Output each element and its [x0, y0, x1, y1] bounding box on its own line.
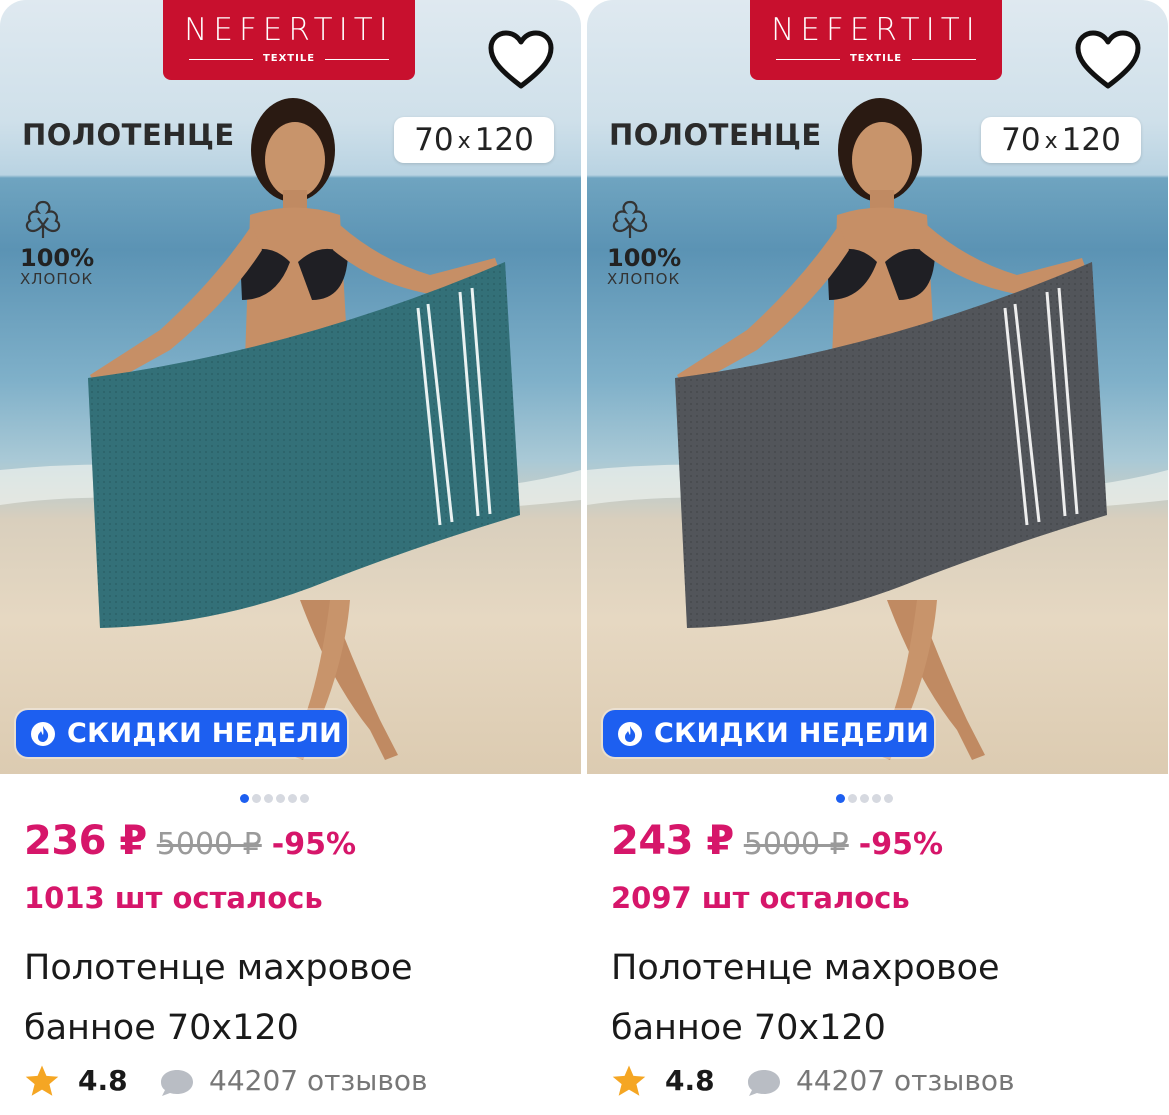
product-card[interactable]: NEFERTITI TEXTILE ПОЛОТЕНЦЕ 70 x 120 100…: [587, 0, 1168, 1115]
favorite-button[interactable]: [487, 30, 555, 92]
cotton-icon: [25, 200, 61, 238]
stock-remaining: 1013 шт осталось: [24, 881, 323, 915]
flame-icon: [31, 722, 55, 746]
cotton-label: ХЛОПОК: [20, 270, 94, 288]
size-separator: x: [457, 129, 471, 154]
product-title-line2: банное 70х120: [611, 1008, 886, 1048]
cotton-percent: 100%: [607, 244, 682, 272]
carousel-dot[interactable]: [860, 794, 869, 803]
size-badge: 70 x 120: [394, 117, 554, 163]
product-title-line2: банное 70х120: [24, 1008, 299, 1048]
carousel-dot[interactable]: [252, 794, 261, 803]
comment-icon: [748, 1070, 780, 1096]
product-title[interactable]: Полотенце махровое банное 70х120: [24, 938, 564, 1058]
carousel-dot[interactable]: [276, 794, 285, 803]
brand-subtitle: TEXTILE: [189, 52, 389, 66]
weekly-discounts-badge[interactable]: СКИДКИ НЕДЕЛИ: [16, 710, 347, 757]
brand-name: NEFERTITI: [184, 12, 394, 48]
carousel-dot[interactable]: [872, 794, 881, 803]
reviews-count: 44207 отзывов: [796, 1064, 1015, 1097]
carousel-dot[interactable]: [836, 794, 845, 803]
brand-name: NEFERTITI: [771, 12, 981, 48]
product-photo[interactable]: NEFERTITI TEXTILE ПОЛОТЕНЦЕ 70 x 120 100…: [0, 0, 581, 774]
comment-icon: [161, 1070, 193, 1096]
size-length: 120: [474, 122, 534, 158]
flame-icon: [618, 722, 642, 746]
discount-percent: -95%: [271, 827, 357, 862]
current-price: 243 ₽: [611, 818, 734, 864]
old-price: 5000 ₽: [156, 827, 262, 862]
current-price: 236 ₽: [24, 818, 147, 864]
star-icon: [25, 1065, 59, 1096]
product-title-line1: Полотенце махровое: [611, 948, 1000, 988]
rating-value: 4.8: [665, 1064, 715, 1097]
product-title[interactable]: Полотенце махровое банное 70х120: [611, 938, 1151, 1058]
carousel-dot[interactable]: [848, 794, 857, 803]
cotton-icon: [612, 200, 648, 238]
carousel-dot[interactable]: [884, 794, 893, 803]
carousel-dot[interactable]: [240, 794, 249, 803]
rating-value: 4.8: [78, 1064, 128, 1097]
brand-logo: NEFERTITI TEXTILE: [163, 0, 415, 80]
weekly-discounts-badge[interactable]: СКИДКИ НЕДЕЛИ: [603, 710, 934, 757]
stock-remaining: 2097 шт осталось: [611, 881, 910, 915]
image-carousel-dots[interactable]: [240, 788, 312, 803]
cotton-badge: 100% ХЛОПОК: [607, 196, 717, 288]
weekly-discounts-label: СКИДКИ НЕДЕЛИ: [654, 718, 930, 749]
carousel-dot[interactable]: [288, 794, 297, 803]
heart-icon: [488, 30, 554, 89]
price-row: 236 ₽ 5000 ₽ -95%: [24, 818, 356, 868]
size-width: 70: [1001, 122, 1041, 158]
brand-subtitle: TEXTILE: [776, 52, 976, 66]
old-price: 5000 ₽: [743, 827, 849, 862]
product-photo[interactable]: NEFERTITI TEXTILE ПОЛОТЕНЦЕ 70 x 120 100…: [587, 0, 1168, 774]
reviews-count: 44207 отзывов: [209, 1064, 428, 1097]
product-title-line1: Полотенце махровое: [24, 948, 413, 988]
cotton-percent: 100%: [20, 244, 95, 272]
star-icon: [612, 1065, 646, 1096]
carousel-dot[interactable]: [300, 794, 309, 803]
size-separator: x: [1044, 129, 1058, 154]
product-type-label: ПОЛОТЕНЦЕ: [609, 118, 822, 152]
size-length: 120: [1061, 122, 1121, 158]
size-badge: 70 x 120: [981, 117, 1141, 163]
price-row: 243 ₽ 5000 ₽ -95%: [611, 818, 943, 868]
product-type-label: ПОЛОТЕНЦЕ: [22, 118, 235, 152]
favorite-button[interactable]: [1074, 30, 1142, 92]
cotton-label: ХЛОПОК: [607, 270, 681, 288]
image-carousel-dots[interactable]: [836, 788, 896, 803]
product-grid: NEFERTITI TEXTILE ПОЛОТЕНЦЕ 70 x 120 100…: [0, 0, 1169, 1115]
cotton-badge: 100% ХЛОПОК: [20, 196, 130, 288]
weekly-discounts-label: СКИДКИ НЕДЕЛИ: [67, 718, 343, 749]
brand-logo: NEFERTITI TEXTILE: [750, 0, 1002, 80]
discount-percent: -95%: [858, 827, 944, 862]
product-card[interactable]: NEFERTITI TEXTILE ПОЛОТЕНЦЕ 70 x 120 100…: [0, 0, 581, 1115]
size-width: 70: [414, 122, 454, 158]
heart-icon: [1075, 30, 1141, 89]
carousel-dot[interactable]: [264, 794, 273, 803]
